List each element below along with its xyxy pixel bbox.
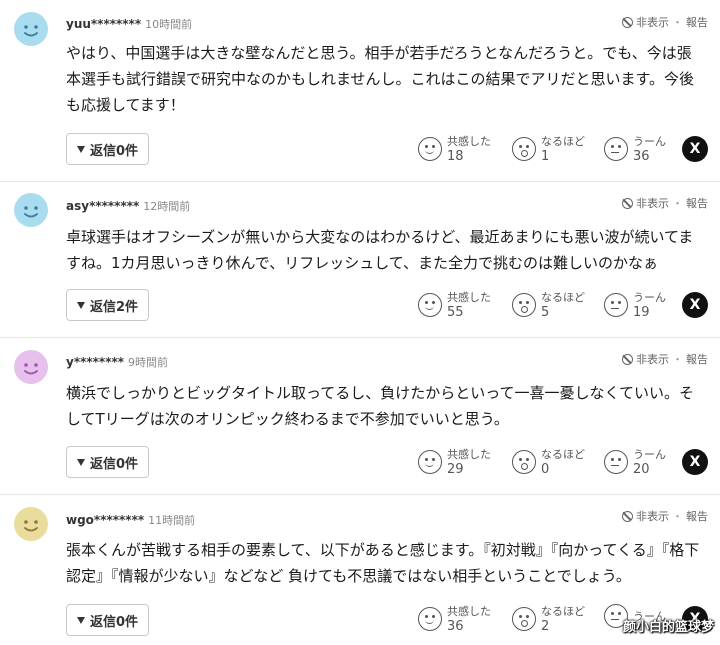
comment-time: 10時間前 bbox=[145, 18, 193, 31]
agree-reaction[interactable]: 共感した 18 bbox=[418, 134, 491, 164]
agree-count: 36 bbox=[447, 619, 464, 634]
triangle-down-icon bbox=[77, 145, 85, 153]
smile-face-icon bbox=[418, 293, 442, 317]
smile-face-icon bbox=[418, 607, 442, 631]
thinking-face-icon bbox=[604, 450, 628, 474]
separator: ・ bbox=[672, 16, 683, 29]
triangle-down-icon bbox=[77, 301, 85, 309]
agree-reaction[interactable]: 共感した 29 bbox=[418, 447, 491, 477]
reply-button[interactable]: 返信0件 bbox=[66, 133, 150, 165]
comment-item: yuu******** 10時間前 非表示・報告 やはり、中国選手は大きな壁なんだ… bbox=[0, 0, 720, 182]
hmm-count: 20 bbox=[633, 462, 650, 477]
report-link[interactable]: 報告 bbox=[686, 508, 708, 524]
insight-reaction[interactable]: なるほど 0 bbox=[512, 447, 585, 477]
hmm-reaction[interactable]: うーん 20 bbox=[604, 447, 666, 477]
avatar bbox=[14, 12, 48, 46]
insight-count: 0 bbox=[541, 462, 550, 477]
surprised-face-icon bbox=[512, 607, 536, 631]
comment-body: やはり、中国選手は大きな壁なんだと思う。相手が若手だろうとなんだろうと。でも、今… bbox=[66, 44, 695, 114]
surprised-face-icon bbox=[512, 450, 536, 474]
insight-reaction[interactable]: なるほど 1 bbox=[512, 134, 585, 164]
comment-user[interactable]: yuu******** 10時間前 bbox=[66, 16, 192, 32]
smile-face-icon bbox=[418, 137, 442, 161]
agree-count: 55 bbox=[447, 305, 464, 320]
hmm-reaction[interactable]: うーん 19 bbox=[604, 290, 666, 320]
agree-reaction[interactable]: 共感した 55 bbox=[418, 290, 491, 320]
x-share-icon[interactable]: X bbox=[682, 449, 708, 475]
comment-user[interactable]: wgo******** 11時間前 bbox=[66, 512, 195, 528]
surprised-face-icon bbox=[512, 293, 536, 317]
reply-button[interactable]: 返信2件 bbox=[66, 289, 150, 321]
insight-reaction[interactable]: なるほど 5 bbox=[512, 290, 585, 320]
separator: ・ bbox=[672, 353, 683, 366]
hmm-count: 19 bbox=[633, 305, 650, 320]
comment-user[interactable]: y******** 9時間前 bbox=[66, 354, 168, 370]
comment-body: 卓球選手はオフシーズンが無いから大変なのはわかるけど、最近あまりにも悪い波が続い… bbox=[66, 228, 694, 272]
surprised-face-icon bbox=[512, 137, 536, 161]
hide-link[interactable]: 非表示 bbox=[636, 351, 669, 367]
comment-options[interactable]: 非表示・報告 bbox=[622, 351, 708, 367]
thinking-face-icon bbox=[604, 293, 628, 317]
watermark: 颜小白的篮球梦 bbox=[622, 620, 714, 635]
thinking-face-icon bbox=[604, 137, 628, 161]
hmm-count: 36 bbox=[633, 149, 650, 164]
comment-options[interactable]: 非表示・報告 bbox=[622, 14, 708, 30]
comment-item: asy******** 12時間前 非表示・報告 卓球選手はオフシーズンが無いから… bbox=[0, 181, 720, 338]
reply-button[interactable]: 返信0件 bbox=[66, 446, 150, 478]
comment-options[interactable]: 非表示・報告 bbox=[622, 508, 708, 524]
smile-face-icon bbox=[418, 450, 442, 474]
comment-time: 11時間前 bbox=[148, 514, 196, 527]
hide-link[interactable]: 非表示 bbox=[636, 195, 669, 211]
hmm-reaction[interactable]: うーん 36 bbox=[604, 134, 666, 164]
hide-link[interactable]: 非表示 bbox=[636, 508, 669, 524]
agree-count: 29 bbox=[447, 462, 464, 477]
comment-item: wgo******** 11時間前 非表示・報告 張本くんが苦戦する相手の要素して… bbox=[0, 494, 720, 645]
triangle-down-icon bbox=[77, 458, 85, 466]
insight-count: 1 bbox=[541, 149, 550, 164]
report-link[interactable]: 報告 bbox=[686, 351, 708, 367]
agree-reaction[interactable]: 共感した 36 bbox=[418, 604, 491, 634]
comment-options[interactable]: 非表示・報告 bbox=[622, 195, 708, 211]
reply-button[interactable]: 返信0件 bbox=[66, 604, 150, 636]
hide-icon bbox=[622, 510, 633, 522]
insight-count: 2 bbox=[541, 619, 550, 634]
hide-icon bbox=[622, 197, 633, 209]
comment-time: 9時間前 bbox=[128, 356, 169, 369]
triangle-down-icon bbox=[77, 616, 85, 624]
agree-count: 18 bbox=[447, 149, 464, 164]
x-share-icon[interactable]: X bbox=[682, 136, 708, 162]
comment-user[interactable]: asy******** 12時間前 bbox=[66, 198, 190, 214]
insight-count: 5 bbox=[541, 305, 550, 320]
avatar bbox=[14, 193, 48, 227]
insight-reaction[interactable]: なるほど 2 bbox=[512, 604, 585, 634]
comment-item: y******** 9時間前 非表示・報告 横浜でしっかりとビッグタイトル取ってる… bbox=[0, 337, 720, 495]
hide-link[interactable]: 非表示 bbox=[636, 14, 669, 30]
separator: ・ bbox=[672, 197, 683, 210]
comment-body: 張本くんが苦戦する相手の要素して、以下があると感じます。『初対戦』『向かってくる… bbox=[66, 541, 700, 585]
hide-icon bbox=[622, 16, 633, 28]
report-link[interactable]: 報告 bbox=[686, 14, 708, 30]
separator: ・ bbox=[672, 510, 683, 523]
comment-body: 横浜でしっかりとビッグタイトル取ってるし、負けたからといって一喜一憂しなくていい… bbox=[66, 384, 695, 428]
avatar bbox=[14, 350, 48, 384]
hide-icon bbox=[622, 353, 633, 365]
report-link[interactable]: 報告 bbox=[686, 195, 708, 211]
x-share-icon[interactable]: X bbox=[682, 292, 708, 318]
avatar bbox=[14, 507, 48, 541]
comment-time: 12時間前 bbox=[143, 200, 191, 213]
